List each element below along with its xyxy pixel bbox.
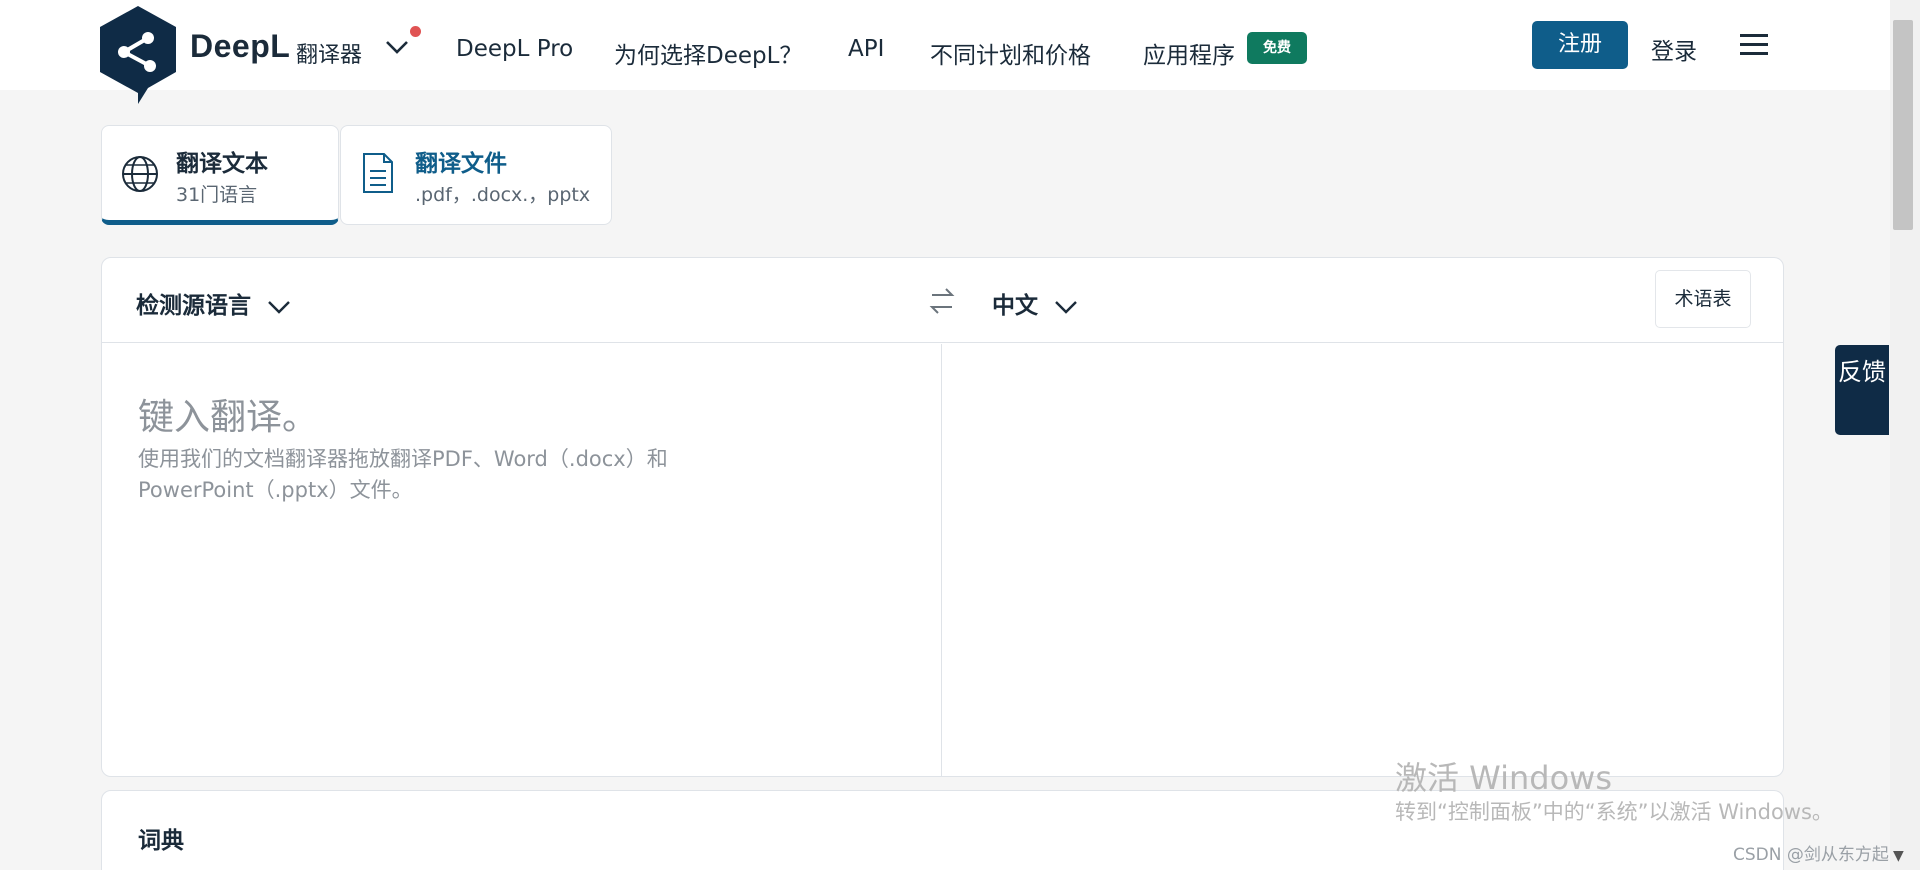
translator-card: 检测源语言 中文 术语表 键入翻译。 使用我们的文档翻译器拖放翻译PDF、Wor…: [101, 257, 1784, 777]
deepl-logo-icon[interactable]: [98, 6, 178, 104]
brand-name[interactable]: DeepL: [190, 28, 290, 65]
source-text-area[interactable]: 键入翻译。 使用我们的文档翻译器拖放翻译PDF、Word（.docx）和Powe…: [102, 344, 942, 776]
nav-api[interactable]: API: [848, 36, 884, 62]
tab-file-subtitle: .pdf，.docx.，pptx: [415, 184, 591, 206]
tab-file-title: 翻译文件: [415, 151, 507, 177]
scroll-down-arrow-icon[interactable]: ▼: [1893, 848, 1904, 864]
source-language-label: 检测源语言: [136, 293, 251, 319]
tab-translate-text[interactable]: 翻译文本 31门语言: [101, 125, 339, 225]
signup-button[interactable]: 注册: [1532, 21, 1628, 69]
menu-icon[interactable]: [1740, 33, 1768, 57]
chevron-down-icon: [1055, 300, 1077, 314]
free-badge: 免费: [1247, 32, 1307, 64]
swap-icon[interactable]: [925, 284, 959, 318]
globe-icon: [122, 156, 158, 192]
login-link[interactable]: 登录: [1651, 32, 1697, 66]
tab-text-title: 翻译文本: [176, 151, 268, 177]
glossary-button[interactable]: 术语表: [1655, 270, 1751, 328]
target-language-select[interactable]: 中文: [992, 286, 1078, 320]
chevron-down-icon[interactable]: [384, 38, 410, 56]
feedback-button[interactable]: 反馈: [1835, 345, 1889, 435]
windows-activation-text: 转到“控制面板”中的“系统”以激活 Windows。: [1395, 800, 1833, 824]
chevron-down-icon: [268, 300, 290, 314]
nav-apps[interactable]: 应用程序: [1143, 36, 1235, 70]
source-placeholder[interactable]: 键入翻译。: [138, 388, 318, 440]
windows-activation-title: 激活 Windows: [1395, 759, 1613, 797]
nav-pricing[interactable]: 不同计划和价格: [930, 36, 1091, 70]
tab-text-subtitle: 31门语言: [176, 184, 258, 206]
source-hint: 使用我们的文档翻译器拖放翻译PDF、Word（.docx）和PowerPoint…: [138, 447, 668, 502]
target-language-label: 中文: [992, 293, 1038, 319]
dictionary-title: 词典: [138, 828, 184, 854]
csdn-watermark: CSDN @剑从东方起: [1733, 845, 1889, 865]
nav-deepl-pro[interactable]: DeepL Pro: [456, 36, 573, 62]
nav-why-deepl[interactable]: 为何选择DeepL？: [614, 36, 802, 70]
document-icon: [363, 153, 393, 193]
translator-header: 检测源语言 中文 术语表: [102, 258, 1783, 343]
top-navbar: DeepL 翻译器 DeepL Pro 为何选择DeepL？ API 不同计划和…: [0, 0, 1890, 104]
notification-dot: [410, 26, 421, 37]
tab-translate-file[interactable]: 翻译文件 .pdf，.docx.，pptx: [340, 125, 612, 225]
target-text-area[interactable]: [943, 344, 1783, 776]
brand-subtitle[interactable]: 翻译器: [296, 37, 362, 69]
scrollbar-thumb[interactable]: [1893, 20, 1913, 230]
source-language-select[interactable]: 检测源语言: [136, 286, 291, 320]
